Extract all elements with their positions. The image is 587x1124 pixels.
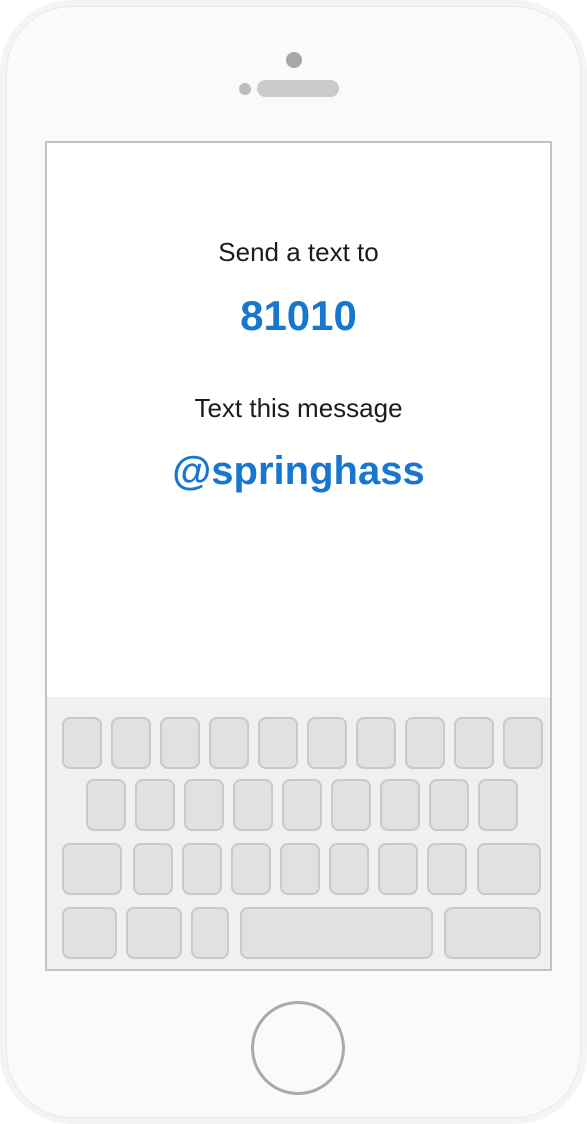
keyboard-key[interactable] (378, 843, 418, 895)
phone-screen: Send a text to 81010 Text this message @… (45, 141, 552, 971)
keyboard-key[interactable] (503, 717, 543, 769)
keyboard-key[interactable] (182, 843, 222, 895)
message-instructions: Send a text to 81010 Text this message @… (47, 143, 550, 697)
phone-number: 81010 (240, 292, 357, 339)
keyboard-key[interactable] (405, 717, 445, 769)
keyboard-key[interactable] (307, 717, 347, 769)
keyboard-key[interactable] (429, 779, 469, 831)
emoji-key[interactable] (126, 907, 182, 959)
keyboard-key[interactable] (233, 779, 273, 831)
send-text-label: Send a text to (218, 237, 379, 267)
shift-key[interactable] (62, 843, 122, 895)
backspace-key[interactable] (477, 843, 541, 895)
keyboard-key[interactable] (329, 843, 369, 895)
keyboard-key[interactable] (231, 843, 271, 895)
keyboard-key[interactable] (160, 717, 200, 769)
keyboard-key[interactable] (280, 843, 320, 895)
keyboard-key[interactable] (135, 779, 175, 831)
keyboard-key[interactable] (258, 717, 298, 769)
speaker-grille-icon (257, 80, 339, 97)
keyboard-key[interactable] (86, 779, 126, 831)
keyboard (47, 697, 550, 969)
space-key[interactable] (240, 907, 433, 959)
dictation-key[interactable] (191, 907, 229, 959)
home-button-icon[interactable] (251, 1001, 345, 1095)
keyboard-key[interactable] (184, 779, 224, 831)
keyboard-key[interactable] (282, 779, 322, 831)
text-message-label: Text this message (194, 393, 403, 423)
keyboard-key[interactable] (478, 779, 518, 831)
keyboard-key[interactable] (356, 717, 396, 769)
keyboard-key[interactable] (111, 717, 151, 769)
keyboard-key[interactable] (331, 779, 371, 831)
message-keyword: @springhass (172, 449, 425, 493)
keyboard-key[interactable] (133, 843, 173, 895)
keyboard-key[interactable] (62, 717, 102, 769)
keyboard-key[interactable] (209, 717, 249, 769)
camera-icon (286, 52, 302, 68)
keyboard-key[interactable] (454, 717, 494, 769)
number-toggle-key[interactable] (62, 907, 117, 959)
phone-frame: Send a text to 81010 Text this message @… (0, 0, 587, 1124)
return-key[interactable] (444, 907, 541, 959)
keyboard-key[interactable] (380, 779, 420, 831)
proximity-sensor-icon (239, 83, 251, 95)
keyboard-key[interactable] (427, 843, 467, 895)
